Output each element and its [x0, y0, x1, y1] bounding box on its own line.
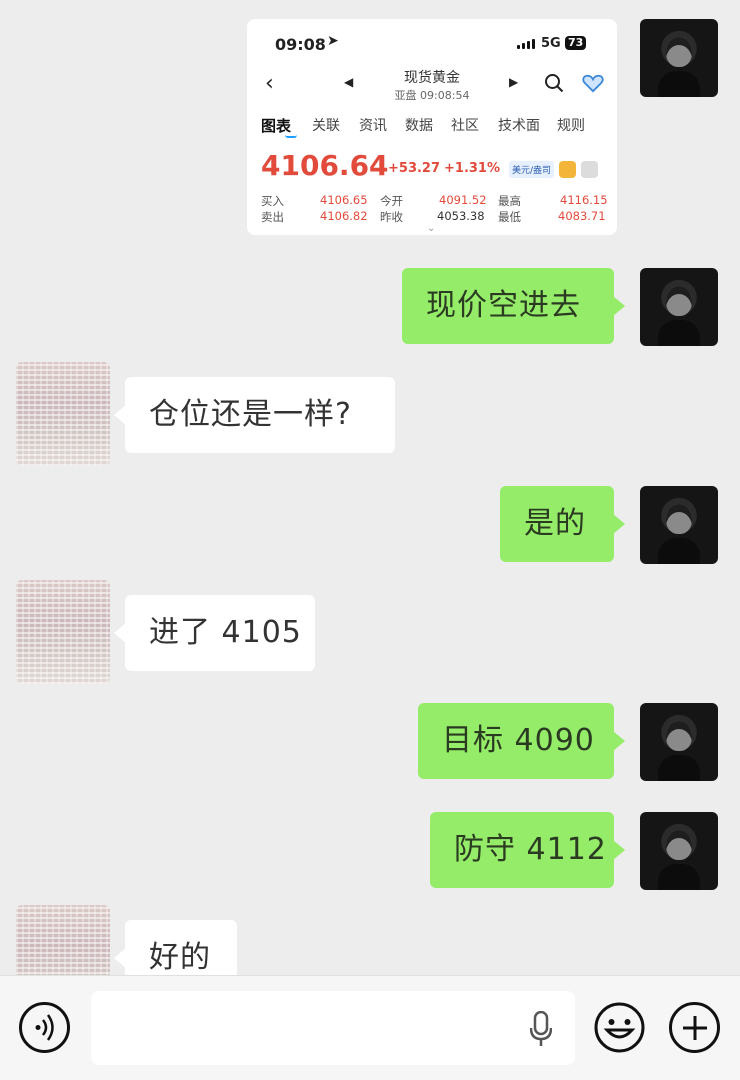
message-bubble-self[interactable]: 是的 — [500, 486, 625, 562]
open-label: 今开 — [380, 194, 403, 208]
settings-icon — [581, 161, 598, 178]
prev-close-label: 昨收 — [380, 210, 403, 224]
plus-icon[interactable] — [669, 1002, 720, 1053]
avatar-self[interactable] — [640, 268, 718, 346]
alert-icon — [559, 161, 576, 178]
buy-label: 买入 — [261, 194, 284, 208]
open-value: 4091.52 — [439, 193, 487, 207]
avatar-self[interactable] — [640, 19, 718, 97]
high-value: 4116.15 — [560, 193, 608, 207]
next-arrow-icon: ▶ — [509, 75, 519, 89]
voice-toggle-icon — [35, 1014, 54, 1041]
high-label: 最高 — [498, 194, 521, 208]
chat-input-bar — [0, 975, 740, 1080]
expand-chevron-icon: ⌄ — [427, 223, 436, 234]
message-bubble-self[interactable]: 防守 4112 — [430, 812, 625, 888]
search-icon — [545, 74, 564, 93]
avatar-contact[interactable] — [16, 362, 110, 466]
tab-community: 社区 — [451, 118, 479, 134]
avatar-contact[interactable] — [16, 580, 110, 684]
low-label: 最低 — [498, 210, 521, 224]
active-tab-indicator — [285, 135, 297, 138]
buy-value: 4106.65 — [320, 193, 368, 207]
location-arrow-icon: ➤ — [327, 33, 339, 49]
session-time: 亚盘 09:08:54 — [394, 89, 470, 102]
status-time: 09:08 — [275, 35, 326, 54]
price-change-percent: +1.31% — [444, 161, 500, 176]
tab-rules: 规则 — [557, 118, 585, 134]
sell-value: 4106.82 — [320, 209, 368, 223]
avatar-self[interactable] — [640, 486, 718, 564]
sell-label: 卖出 — [261, 210, 284, 224]
tab-technical: 技术面 — [498, 118, 540, 134]
emoji-icon[interactable] — [594, 1002, 645, 1053]
battery-level: 73 — [565, 36, 587, 50]
message-input[interactable] — [91, 991, 575, 1065]
current-price: 4106.64 — [261, 149, 389, 182]
signal-icon — [517, 39, 537, 49]
stock-screenshot-message[interactable]: 09:08 ➤ 5G 73 ‹ ◀ 现货黄金 亚盘 09:08:54 ▶ 图表 … — [247, 19, 617, 235]
avatar-self[interactable] — [640, 703, 718, 781]
prev-close-value: 4053.38 — [437, 209, 485, 223]
tab-related: 关联 — [312, 118, 340, 134]
avatar-self[interactable] — [640, 812, 718, 890]
currency-badge: 美元/盎司 — [509, 161, 555, 178]
message-bubble-contact[interactable]: 仓位还是一样? — [114, 377, 395, 453]
back-chevron-icon: ‹ — [265, 71, 274, 96]
previous-arrow-icon: ◀ — [344, 75, 354, 89]
message-bubble-contact[interactable]: 进了 4105 — [114, 595, 315, 671]
tab-chart: 图表 — [261, 117, 292, 135]
message-bubble-self[interactable]: 现价空进去 — [402, 268, 625, 344]
heart-icon — [582, 74, 604, 93]
quote-tabs: 图表 关联 资讯 数据 社区 技术面 规则 — [261, 115, 601, 138]
tab-data: 数据 — [405, 118, 433, 134]
instrument-title: 现货黄金 — [404, 70, 460, 86]
voice-toggle-button[interactable] — [19, 1002, 70, 1053]
low-value: 4083.71 — [558, 209, 606, 223]
microphone-icon[interactable] — [530, 1011, 552, 1047]
network-label: 5G — [541, 36, 561, 51]
price-change: +53.27 — [388, 161, 441, 176]
message-bubble-self[interactable]: 目标 4090 — [418, 703, 625, 779]
tab-news: 资讯 — [359, 118, 387, 134]
